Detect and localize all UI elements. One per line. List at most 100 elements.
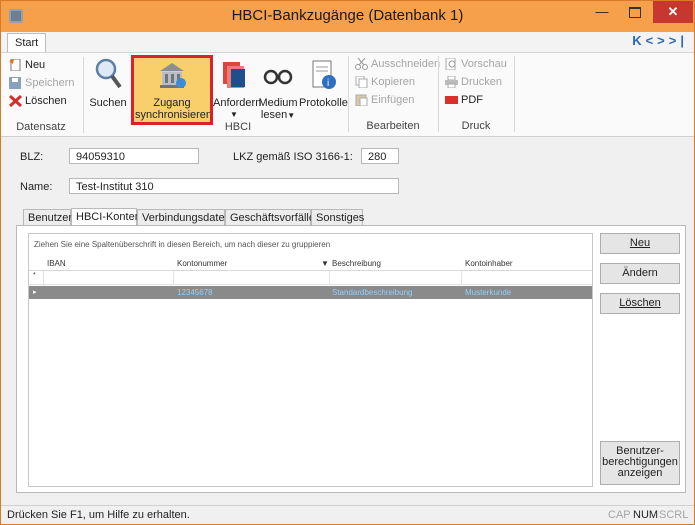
maximize-button[interactable] [620, 1, 650, 23]
group-datensatz: Neu Speichern Löschen Datensatz [1, 53, 81, 135]
highlight-frame [131, 55, 213, 125]
close-icon: ✕ [667, 4, 679, 19]
accounts-grid[interactable]: Ziehen Sie eine Spaltenüberschrift in di… [28, 233, 593, 487]
group-label-bearbeiten: Bearbeiten [366, 120, 420, 132]
status-bar: Drücken Sie F1, um Hilfe zu erhalten. CA… [1, 505, 694, 524]
aendern-label: Ändern [622, 267, 658, 279]
printer-icon [445, 76, 458, 89]
record-navigation: K<>>| [632, 33, 688, 48]
new-row-marker: * [33, 272, 36, 279]
einfuegen-button[interactable]: Einfügen [355, 92, 414, 108]
column-divider [329, 271, 330, 285]
tab-hbci-konten[interactable]: HBCI-Konten [71, 208, 141, 226]
request-documents-icon [223, 62, 245, 88]
name-field[interactable]: Test-Institut 310 [69, 178, 399, 194]
ausschneiden-label: Ausschneiden [371, 58, 441, 70]
neu-label: Neu [25, 59, 46, 71]
table-row[interactable]: ▸ 12345678 Standardbeschreibung Musterku… [29, 286, 592, 299]
suchen-label: Suchen [89, 97, 127, 109]
vorschau-label: Vorschau [461, 58, 507, 70]
last-record-icon[interactable]: >| [669, 33, 688, 48]
speichern-label: Speichern [25, 77, 75, 89]
new-row[interactable]: * [29, 271, 592, 285]
loeschen-account-label: Löschen [619, 297, 661, 309]
neu-button[interactable]: Neu [9, 57, 45, 73]
medium-label-text: lesen [260, 109, 288, 121]
title-bar: HBCI-Bankzugänge (Datenbank 1) — ✕ [1, 1, 694, 32]
kopieren-button[interactable]: Kopieren [355, 74, 415, 90]
tab-start[interactable]: Start [7, 33, 47, 52]
loeschen-record-label: Löschen [25, 95, 67, 107]
lkz-field[interactable]: 280 [361, 148, 399, 164]
anfordern-label: Anfordern [213, 97, 262, 109]
next-record-icon[interactable]: > [657, 33, 669, 48]
anfordern-dropdown-icon: ▼ [230, 110, 238, 119]
tab-verbindungsdaten[interactable]: Verbindungsdaten [137, 209, 231, 226]
kopieren-label: Kopieren [371, 76, 416, 88]
medium-lesen-button[interactable]: Medium lesen▼ [257, 59, 299, 122]
ausschneiden-button[interactable]: Ausschneiden [355, 56, 440, 72]
drucken-button[interactable]: Drucken [445, 74, 502, 90]
ribbon-tabstrip: Start K<>>| [1, 32, 694, 52]
ribbon-separator [514, 56, 515, 132]
group-label-druck: Druck [461, 120, 491, 132]
blz-field[interactable]: 94059310 [69, 148, 199, 164]
cell-kontonummer: 12345678 [177, 288, 213, 297]
minimize-button[interactable]: — [587, 1, 617, 23]
group-bearbeiten: Ausschneiden Kopieren Einfügen Bearbeite… [349, 52, 440, 134]
cap-indicator: CAP [608, 509, 631, 521]
benutzerberechtigungen-button[interactable]: Benutzer- berechtigungen anzeigen [600, 441, 680, 485]
sort-icon: ▼ [321, 259, 329, 268]
lkz-label: LKZ gemäß ISO 3166-1: [233, 151, 353, 163]
neu-account-label: Neu [629, 237, 651, 249]
close-button[interactable]: ✕ [653, 1, 693, 23]
save-icon [9, 77, 21, 90]
delete-icon [9, 95, 22, 108]
svg-text:i: i [327, 78, 329, 89]
tab-benutzer[interactable]: Benutzer [23, 209, 72, 226]
maximize-icon [629, 7, 641, 19]
speichern-button[interactable]: Speichern [9, 75, 75, 91]
protokolle-button[interactable]: i Protokolle [299, 59, 348, 109]
group-druck: Vorschau Drucken PDF Druck [439, 52, 513, 134]
pdf-button[interactable]: PDF [445, 92, 483, 108]
column-header-kontoinhaber[interactable]: Kontoinhaber [465, 257, 513, 271]
suchen-button[interactable]: Suchen [89, 57, 127, 109]
medium-label-line1: Medium [258, 97, 298, 109]
tab-sonstiges[interactable]: Sonstiges [311, 209, 364, 226]
cell-beschreibung: Standardbeschreibung [332, 288, 413, 297]
column-header-iban[interactable]: IBAN [47, 257, 66, 271]
print-preview-icon [445, 58, 456, 71]
group-label-datensatz: Datensatz [16, 121, 66, 133]
num-indicator: NUM [633, 509, 659, 521]
application-window: HBCI-Bankzugänge (Datenbank 1) — ✕ Start… [0, 0, 695, 525]
aendern-button[interactable]: Ändern [600, 263, 680, 284]
cell-kontoinhaber: Musterkunde [465, 288, 512, 297]
search-icon [95, 58, 122, 89]
previous-record-icon[interactable]: < [646, 33, 658, 48]
protokolle-label: Protokolle [299, 97, 348, 109]
new-document-icon [9, 59, 21, 72]
column-header-beschreibung[interactable]: Beschreibung [332, 257, 381, 271]
vorschau-button[interactable]: Vorschau [445, 56, 507, 72]
blz-label: BLZ: [20, 151, 44, 163]
tab-geschaeftsvorfaelle[interactable]: Geschäftsvorfälle [225, 209, 315, 226]
medium-dropdown-icon: ▼ [287, 111, 296, 120]
column-header-kontonummer[interactable]: Kontonummer [177, 257, 227, 271]
ribbon-separator [83, 57, 84, 133]
pdf-label: PDF [461, 94, 483, 106]
group-by-hint: Ziehen Sie eine Spaltenüberschrift in di… [34, 240, 331, 249]
name-label: Name: [20, 181, 53, 193]
protocol-document-icon: i [312, 60, 336, 89]
anfordern-button[interactable]: Anfordern ▼ [213, 59, 262, 121]
medium-label-line2: lesen▼ [257, 109, 299, 122]
first-record-icon[interactable]: K [632, 33, 645, 48]
minimize-icon: — [595, 4, 609, 19]
loeschen-record-button[interactable]: Löschen [9, 93, 67, 109]
status-text: Drücken Sie F1, um Hilfe zu erhalten. [7, 509, 190, 521]
reader-glasses-icon [263, 69, 293, 85]
loeschen-account-button[interactable]: Löschen [600, 293, 680, 314]
current-row-marker: ▸ [33, 289, 37, 296]
neu-account-button[interactable]: Neu [600, 233, 680, 254]
scissors-icon [355, 58, 368, 71]
